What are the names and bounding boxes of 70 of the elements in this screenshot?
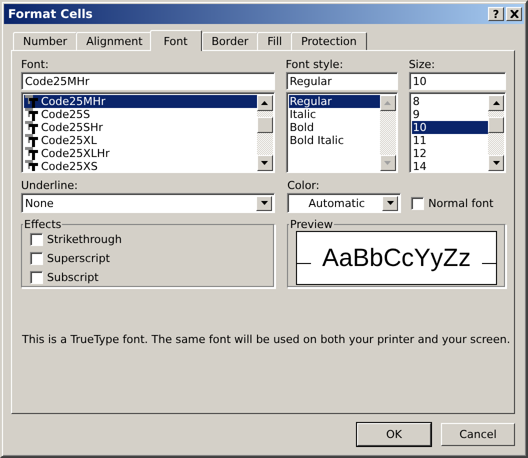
list-item[interactable]: Code25XL bbox=[24, 134, 257, 147]
field-label: Font: bbox=[21, 58, 50, 71]
up-arrow-icon bbox=[261, 101, 268, 105]
list-item[interactable]: Code25XLHr bbox=[24, 147, 257, 160]
list-item[interactable]: Bold bbox=[288, 121, 380, 134]
scroll-up-button[interactable] bbox=[488, 95, 504, 111]
caret-icon bbox=[386, 201, 394, 205]
list-item[interactable]: Regular bbox=[288, 95, 380, 108]
scrollbar[interactable] bbox=[488, 95, 504, 171]
scroll-down-button[interactable] bbox=[488, 155, 504, 171]
truetype-icon bbox=[25, 121, 39, 134]
help-button[interactable]: ? bbox=[488, 7, 504, 21]
scroll-thumb[interactable] bbox=[256, 117, 273, 133]
caret-icon bbox=[260, 201, 268, 205]
dialog-button[interactable]: OK bbox=[357, 423, 431, 446]
field-label: Font style: bbox=[286, 58, 344, 71]
scroll-thumb[interactable] bbox=[488, 117, 504, 133]
list-item[interactable]: 8 bbox=[412, 95, 488, 108]
truetype-icon bbox=[25, 147, 39, 160]
truetype-icon bbox=[25, 160, 39, 171]
tab[interactable]: Border bbox=[202, 32, 258, 50]
list-item[interactable]: Code25XS bbox=[24, 160, 257, 171]
field-label: Size: bbox=[408, 58, 436, 71]
close-button[interactable] bbox=[506, 7, 522, 21]
scroll-down-button[interactable] bbox=[256, 155, 273, 171]
tab[interactable]: Protection bbox=[291, 32, 367, 50]
list-item[interactable]: 12 bbox=[412, 147, 488, 160]
effect-checkbox[interactable]: Strikethrough bbox=[30, 233, 266, 246]
list-item[interactable]: Bold Italic bbox=[288, 134, 380, 147]
tab[interactable]: Alignment bbox=[76, 32, 153, 50]
up-arrow-icon bbox=[492, 101, 500, 105]
effect-checkbox[interactable]: Superscript bbox=[30, 252, 266, 265]
list-item[interactable]: 14 bbox=[412, 160, 488, 171]
list-item[interactable]: Italic bbox=[288, 108, 380, 121]
down-arrow-icon bbox=[492, 161, 500, 165]
list-item[interactable]: Code25MHr bbox=[24, 95, 257, 108]
preview-sample: AaBbCcYyZz bbox=[322, 244, 471, 272]
color-dropdown[interactable]: Automatic bbox=[287, 193, 402, 213]
text-field[interactable]: Code25MHr bbox=[21, 72, 275, 90]
text-field[interactable]: Regular bbox=[286, 72, 398, 90]
field-label: Color: bbox=[287, 179, 320, 192]
tab[interactable]: Font bbox=[150, 30, 202, 51]
window-title: Format Cells bbox=[8, 7, 93, 21]
list-box[interactable]: Code25MHr Code25S Code25SHr Code25XL Code25XLHr Code25XS bbox=[21, 92, 275, 173]
dialog-button[interactable]: Cancel bbox=[441, 423, 515, 446]
scroll-up-button[interactable] bbox=[256, 95, 273, 111]
down-arrow-icon bbox=[261, 161, 268, 165]
effect-checkbox[interactable]: Subscript bbox=[30, 271, 266, 284]
list-item[interactable]: 11 bbox=[412, 134, 488, 147]
normal-font-checkbox[interactable]: Normal font bbox=[411, 196, 494, 210]
list-item[interactable]: Code25S bbox=[24, 108, 257, 121]
scrollbar[interactable] bbox=[256, 95, 273, 171]
close-icon bbox=[510, 10, 518, 18]
group-title: Effects bbox=[23, 218, 62, 231]
field-label: Underline: bbox=[21, 179, 79, 192]
tab[interactable]: Fill bbox=[257, 32, 292, 50]
down-arrow-icon bbox=[384, 161, 392, 165]
text-field[interactable]: 10 bbox=[408, 72, 506, 90]
underline-dropdown[interactable]: None bbox=[21, 193, 276, 213]
list-item[interactable]: 10 bbox=[412, 121, 488, 134]
list-item[interactable]: Code25SHr bbox=[24, 121, 257, 134]
up-arrow-icon bbox=[384, 101, 392, 105]
list-box[interactable]: Regular Italic Bold Bold Italic bbox=[286, 92, 398, 173]
truetype-icon bbox=[25, 134, 39, 147]
tab[interactable]: Number bbox=[13, 32, 78, 50]
truetype-icon bbox=[25, 95, 39, 108]
group-title: Preview bbox=[289, 218, 334, 231]
list-box[interactable]: 8 9 10 11 12 14 bbox=[408, 92, 506, 173]
list-item[interactable]: 9 bbox=[412, 108, 488, 121]
truetype-icon bbox=[25, 108, 39, 121]
